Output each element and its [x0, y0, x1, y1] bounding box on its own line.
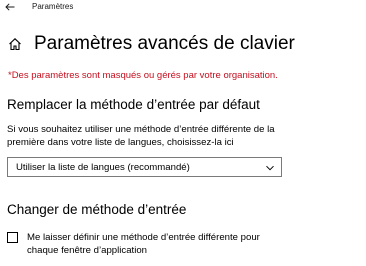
switch-input-method-heading: Changer de méthode d’entrée: [7, 202, 187, 217]
title-bar: Paramètres: [0, 0, 366, 16]
checkbox-label-line: Me laisser définir une méthode d’entrée …: [27, 232, 260, 243]
per-app-input-method-checkbox[interactable]: [7, 232, 18, 243]
default-input-method-description: Si vous souhaitez utiliser une méthode d…: [7, 124, 366, 149]
home-icon: [9, 38, 21, 51]
input-method-dropdown[interactable]: Utiliser la liste de langues (recommandé…: [7, 157, 282, 177]
settings-window: Paramètres Paramètres avancés de clavier…: [0, 0, 366, 266]
org-managed-warning: *Des paramètres sont masqués ou gérés pa…: [8, 70, 278, 81]
back-button[interactable]: [2, 0, 18, 14]
page-title: Paramètres avancés de clavier: [34, 33, 295, 54]
home-button[interactable]: [7, 36, 23, 52]
per-app-input-method-label: Me laisser définir une méthode d’entrée …: [27, 232, 260, 257]
description-line: Si vous souhaitez utiliser une méthode d…: [7, 124, 275, 135]
arrow-left-icon: [5, 3, 15, 11]
per-app-input-method-option[interactable]: Me laisser définir une méthode d’entrée …: [7, 231, 297, 257]
checkbox-label-line: chaque fenêtre d’application: [27, 244, 148, 256]
page-header: Paramètres avancés de clavier: [7, 31, 295, 57]
dropdown-selected-value: Utiliser la liste de langues (recommandé…: [16, 162, 190, 173]
app-title: Paramètres: [32, 2, 74, 11]
description-line: première dans votre liste de langues, ch…: [7, 136, 234, 148]
default-input-method-heading: Remplacer la méthode d’entrée par défaut: [7, 97, 260, 112]
chevron-down-icon: [266, 165, 274, 171]
